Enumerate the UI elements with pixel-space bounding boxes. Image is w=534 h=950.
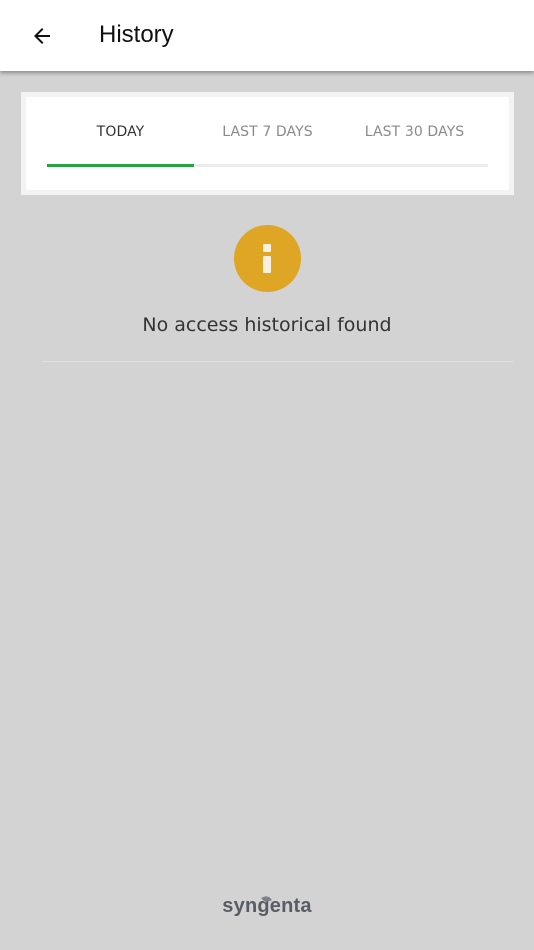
tab-last-7-days[interactable]: LAST 7 DAYS [194,97,341,167]
tab-last-30-days[interactable]: LAST 30 DAYS [341,97,488,167]
tab-today-label: TODAY [96,124,145,140]
tab-bar: TODAY LAST 7 DAYS LAST 30 DAYS [47,124,488,167]
info-icon-dot [263,244,271,252]
divider [42,361,513,362]
info-icon-bar [263,256,271,273]
page-title: History [99,21,174,48]
tab-today[interactable]: TODAY [47,97,194,167]
tabs-card: TODAY LAST 7 DAYS LAST 30 DAYS [21,92,514,195]
arrow-left-icon [34,28,50,44]
back-button[interactable] [22,16,62,56]
active-tab-indicator [47,164,194,167]
empty-state-message: No access historical found [142,314,392,336]
tab-last-7-days-label: LAST 7 DAYS [222,124,313,140]
app-bar: History [0,0,534,71]
tab-last-30-days-label: LAST 30 DAYS [364,124,465,140]
info-icon [234,225,301,292]
